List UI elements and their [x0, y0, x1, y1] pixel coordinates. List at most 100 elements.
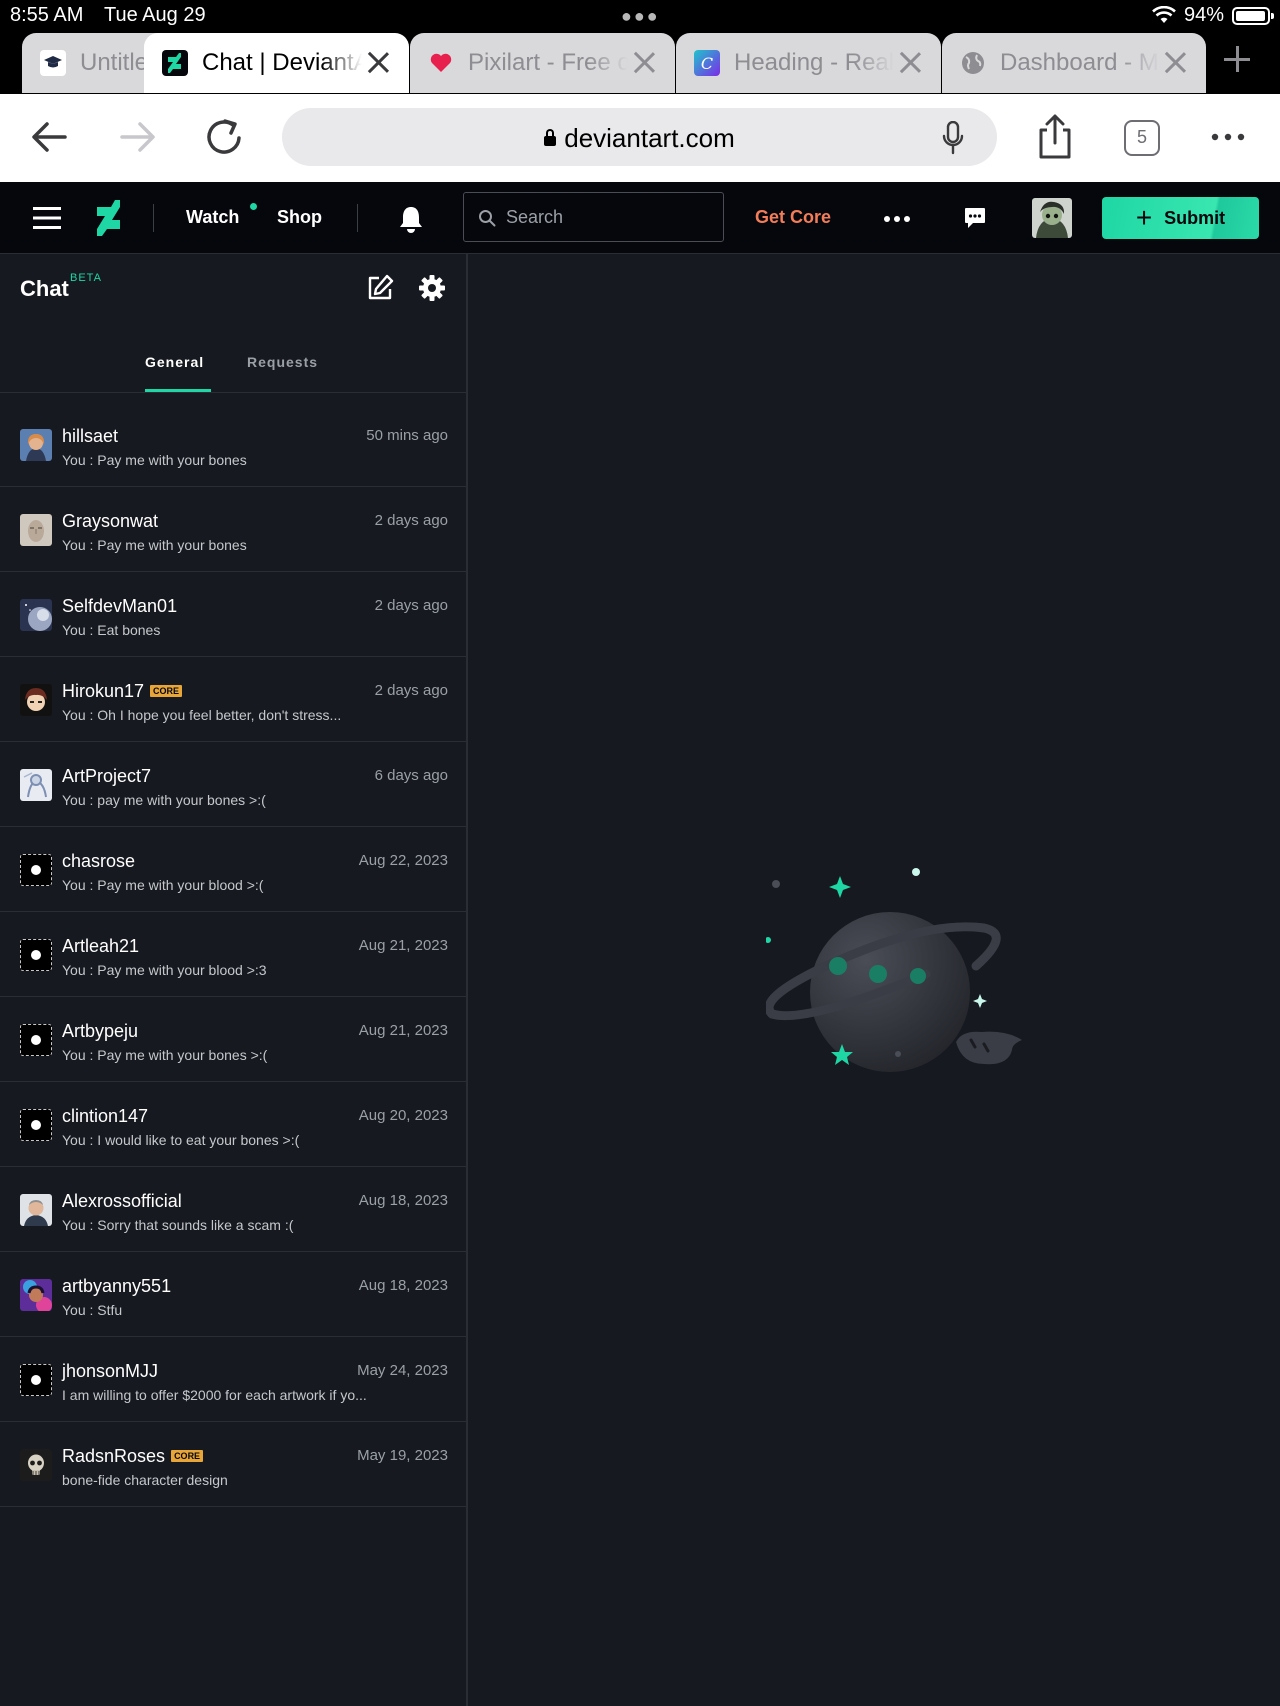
watch-notification-dot	[250, 203, 257, 210]
timestamp: Aug 21, 2023	[358, 937, 448, 954]
username: chasrose	[62, 851, 136, 871]
conversation-row[interactable]: Artbypeju You : Pay me with your bones >…	[0, 997, 468, 1082]
share-icon[interactable]	[1030, 112, 1080, 162]
submit-button[interactable]: + Submit	[1102, 197, 1259, 239]
close-tab-icon[interactable]	[895, 47, 925, 77]
browser-tab-chat[interactable]: Chat | DeviantArt	[144, 33, 409, 93]
username: Hirokun17 CORE	[62, 681, 183, 702]
username: Graysonwat	[62, 511, 159, 531]
default-avatar-icon	[20, 1109, 52, 1141]
last-message: You : pay me with your bones >:(	[62, 792, 266, 808]
tab-requests[interactable]: Requests	[247, 354, 318, 370]
browser-tab-strip: Untitled Chat | DeviantArt Pixilart - Fr…	[0, 30, 1280, 94]
username: Artleah21	[62, 936, 140, 956]
search-input[interactable]	[506, 205, 706, 229]
reload-icon[interactable]	[199, 112, 249, 162]
lock-icon	[544, 129, 557, 146]
more-options-icon[interactable]	[1203, 112, 1253, 162]
close-tab-icon[interactable]	[363, 47, 393, 77]
timestamp: May 19, 2023	[357, 1447, 448, 1464]
conversation-row[interactable]: ArtProject7 You : pay me with your bones…	[0, 742, 468, 827]
timestamp: Aug 20, 2023	[358, 1107, 448, 1124]
multitasking-dots-icon[interactable]: ●●●	[621, 6, 660, 27]
tab-general[interactable]: General	[145, 354, 204, 370]
avatar	[20, 1449, 52, 1481]
hamburger-menu-icon[interactable]	[33, 206, 61, 230]
notification-bell-icon[interactable]	[398, 205, 424, 233]
chat-tabs: General Requests	[0, 324, 468, 393]
browser-tab-dashboard[interactable]: Dashboard - My	[942, 33, 1206, 93]
heart-icon	[428, 50, 454, 76]
conversation-row[interactable]: SelfdevMan01 You : Eat bones 2 days ago	[0, 572, 468, 657]
core-badge: CORE	[171, 1450, 204, 1462]
last-message: bone-fide character design	[62, 1472, 228, 1488]
browser-tab-pixilart[interactable]: Pixilart - Free online art	[410, 33, 675, 93]
deviantart-logo-icon	[162, 50, 188, 76]
chat-title: Chat BETA	[20, 272, 102, 301]
last-message: You : Pay me with your bones	[62, 537, 247, 553]
username: clintion147	[62, 1106, 149, 1126]
browser-toolbar: deviantart.com 5	[0, 94, 1280, 182]
username: ArtProject7	[62, 766, 152, 786]
browser-tab-title: Chat | DeviantArt	[202, 49, 362, 76]
conversation-row[interactable]: jhonsonMJJ I am willing to offer $2000 f…	[0, 1337, 468, 1422]
timestamp: Aug 18, 2023	[358, 1192, 448, 1209]
conversation-row[interactable]: Alexrossofficial You : Sorry that sounds…	[0, 1167, 468, 1252]
more-menu-icon[interactable]	[884, 215, 910, 223]
conversation-row[interactable]: Graysonwat You : Pay me with your bones …	[0, 487, 468, 572]
battery-icon	[1232, 7, 1270, 25]
compose-icon[interactable]	[366, 274, 394, 302]
microphone-icon[interactable]	[942, 121, 964, 155]
avatar	[20, 1194, 52, 1226]
site-header: Watch Shop Get Core + Submit	[0, 182, 1280, 254]
browser-tab-canva[interactable]: C Heading - Real	[676, 33, 941, 93]
last-message: I am willing to offer $2000 for each art…	[62, 1387, 367, 1403]
last-message: You : Pay me with your bones	[62, 452, 247, 468]
last-message: You : Oh I hope you feel better, don't s…	[62, 707, 342, 723]
conversation-row[interactable]: hillsaet You : Pay me with your bones 50…	[0, 402, 468, 487]
address-bar[interactable]: deviantart.com	[282, 108, 997, 166]
last-message: You : Stfu	[62, 1302, 123, 1318]
shop-link[interactable]: Shop	[277, 207, 322, 228]
default-avatar-icon	[20, 1364, 52, 1396]
status-bar: 8:55 AM Tue Aug 29 ●●● 94%	[0, 0, 1280, 30]
user-avatar[interactable]	[1032, 198, 1072, 238]
conversation-row[interactable]: chasrose You : Pay me with your blood >:…	[0, 827, 468, 912]
watch-link[interactable]: Watch	[186, 207, 239, 228]
browser-tab-title: Pixilart - Free online art	[468, 49, 628, 76]
timestamp: 50 mins ago	[366, 427, 448, 444]
conversation-list: hillsaet You : Pay me with your bones 50…	[0, 402, 468, 1507]
get-core-link[interactable]: Get Core	[755, 207, 831, 228]
globe-icon	[960, 50, 986, 76]
back-arrow-icon[interactable]	[25, 112, 75, 162]
last-message: You : Pay me with your blood >:3	[62, 962, 267, 978]
settings-gear-icon[interactable]	[418, 274, 446, 302]
tab-count-button[interactable]: 5	[1124, 120, 1160, 156]
active-tab-indicator	[145, 389, 211, 392]
canva-logo-icon: C	[694, 50, 720, 76]
plus-icon: +	[1135, 202, 1153, 233]
timestamp: 2 days ago	[374, 682, 448, 699]
deviantart-logo-icon[interactable]	[97, 200, 121, 236]
planet-with-ring-icon	[766, 868, 1022, 1072]
search-box[interactable]	[463, 192, 724, 242]
battery-percent: 94%	[1184, 4, 1225, 26]
avatar	[20, 1279, 52, 1311]
username: Artbypeju	[62, 1021, 139, 1041]
default-avatar-icon	[20, 1024, 52, 1056]
close-tab-icon[interactable]	[629, 47, 659, 77]
search-icon	[479, 210, 496, 227]
default-avatar-icon	[20, 939, 52, 971]
conversation-row[interactable]: clintion147 You : I would like to eat yo…	[0, 1082, 468, 1167]
avatar	[20, 769, 52, 801]
avatar	[20, 684, 52, 716]
new-tab-plus-icon[interactable]	[1222, 44, 1252, 74]
close-tab-icon[interactable]	[1160, 47, 1190, 77]
chat-bubble-icon[interactable]	[964, 207, 986, 229]
conversation-row[interactable]: artbyanny551 You : Stfu Aug 18, 2023	[0, 1252, 468, 1337]
conversation-row[interactable]: Artleah21 You : Pay me with your blood >…	[0, 912, 468, 997]
conversation-row[interactable]: Hirokun17 CORE You : Oh I hope you feel b…	[0, 657, 468, 742]
forward-arrow-icon[interactable]	[112, 112, 162, 162]
last-message: You : Sorry that sounds like a scam :(	[62, 1217, 294, 1233]
conversation-row[interactable]: RadsnRoses CORE bone-fide character desig…	[0, 1422, 468, 1507]
